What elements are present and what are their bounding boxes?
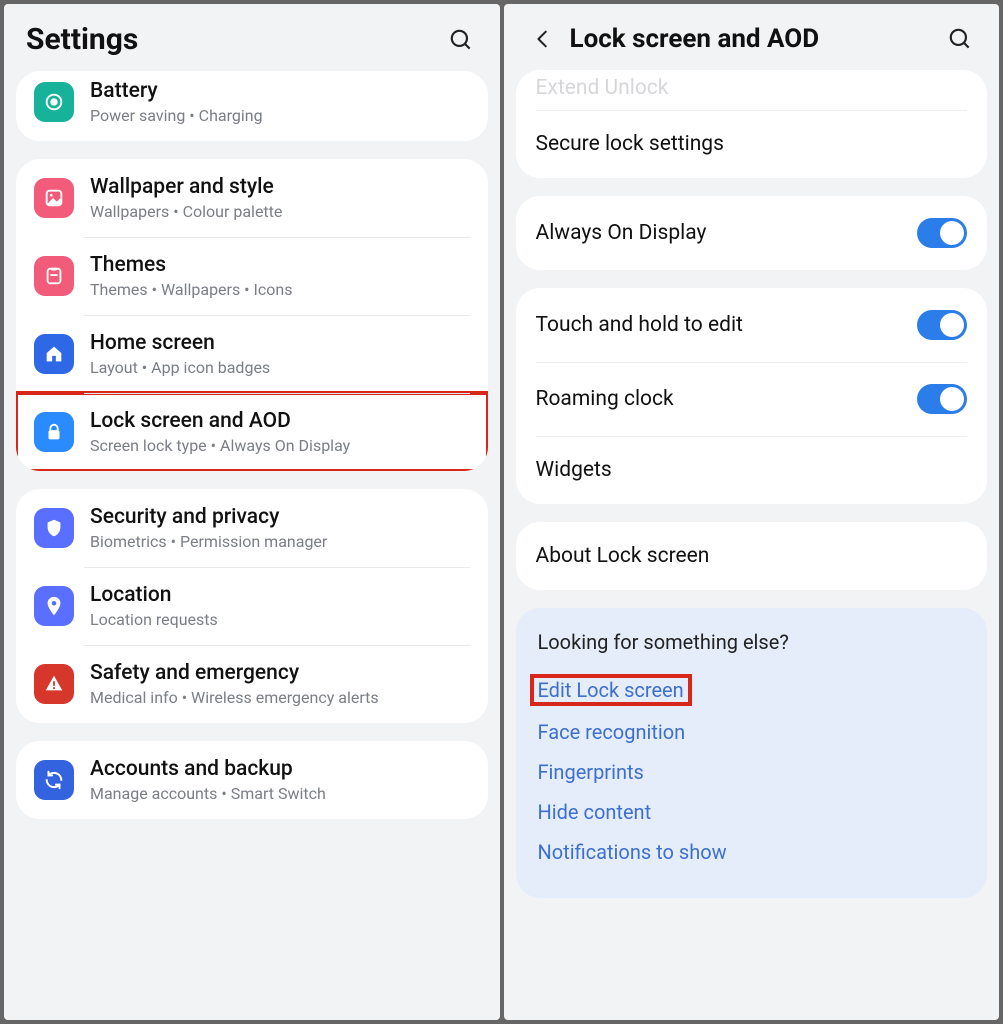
toggle-aod[interactable] [917,218,967,248]
sync-icon [34,760,74,800]
shield-icon [34,508,74,548]
search-icon [448,27,474,53]
related-links-card: Looking for something else? Edit Lock scr… [516,608,988,898]
settings-item-home[interactable]: Home screen Layout • App icon badges [16,315,488,393]
settings-group: About Lock screen [516,522,988,590]
link-face[interactable]: Face recognition [538,720,686,744]
item-subtitle: Power saving • Charging [90,106,470,125]
settings-item-safety[interactable]: Safety and emergency Medical info • Wirel… [16,645,488,723]
item-subtitle: Screen lock type • Always On Display [90,436,470,455]
settings-group: Extend Unlock Secure lock settings [516,70,988,178]
item-title: Home screen [90,331,470,355]
chevron-left-icon [532,28,554,50]
location-icon [34,586,74,626]
warning-icon [34,664,74,704]
settings-group: Battery Power saving • Charging [16,71,488,141]
link-finger[interactable]: Fingerprints [538,760,644,784]
row-about[interactable]: About Lock screen [516,522,988,590]
row-aod[interactable]: Always On Display [516,196,988,270]
back-button[interactable] [526,22,560,56]
themes-icon [34,256,74,296]
settings-header: Settings [4,4,500,71]
item-title: Wallpaper and style [90,175,470,199]
row-label: Widgets [536,458,968,482]
settings-group: Always On Display [516,196,988,270]
lockscreen-header: Lock screen and AOD [504,4,1000,70]
row-touchhold[interactable]: Touch and hold to edit [516,288,988,362]
settings-group: Security and privacy Biometrics • Permiss… [16,489,488,723]
item-subtitle: Medical info • Wireless emergency alerts [90,688,470,707]
settings-group: Wallpaper and style Wallpapers • Colour p… [16,159,488,471]
settings-group: Touch and hold to edit Roaming clock Widge… [516,288,988,504]
toggle-roaming[interactable] [917,384,967,414]
item-subtitle: Layout • App icon badges [90,358,470,377]
link-editlock[interactable]: Edit Lock screen [532,676,690,704]
related-heading: Looking for something else? [538,630,966,654]
item-subtitle: Themes • Wallpapers • Icons [90,280,470,299]
item-subtitle: Biometrics • Permission manager [90,532,470,551]
row-widgets[interactable]: Widgets [516,436,988,504]
item-subtitle: Manage accounts • Smart Switch [90,784,470,803]
settings-item-security[interactable]: Security and privacy Biometrics • Permiss… [16,489,488,567]
settings-item-battery[interactable]: Battery Power saving • Charging [16,71,488,141]
item-title: Battery [90,79,470,103]
link-notif[interactable]: Notifications to show [538,840,727,864]
home-icon [34,334,74,374]
lock-icon [34,412,74,452]
settings-item-accounts[interactable]: Accounts and backup Manage accounts • Sma… [16,741,488,819]
row-label: About Lock screen [536,544,968,568]
wallpaper-icon [34,178,74,218]
item-title: Themes [90,253,470,277]
settings-list: Battery Power saving • Charging Wallpaper … [4,71,500,1020]
row-label: Secure lock settings [536,132,968,156]
search-button[interactable] [444,23,478,57]
row-extend[interactable]: Extend Unlock [516,70,988,110]
item-title: Accounts and backup [90,757,470,781]
toggle-touchhold[interactable] [917,310,967,340]
item-subtitle: Wallpapers • Colour palette [90,202,470,221]
link-hide[interactable]: Hide content [538,800,652,824]
row-secure[interactable]: Secure lock settings [516,110,988,178]
page-title: Settings [26,22,444,57]
row-roaming[interactable]: Roaming clock [516,362,988,436]
search-icon [947,26,973,52]
lockscreen-aod-screen: Lock screen and AOD Extend Unlock Secure … [504,4,1000,1020]
battery-icon [34,82,74,122]
page-title: Lock screen and AOD [570,24,944,54]
settings-item-lock[interactable]: Lock screen and AOD Screen lock type • Al… [16,393,488,471]
row-label: Roaming clock [536,387,918,411]
search-button[interactable] [943,22,977,56]
row-label: Extend Unlock [536,76,968,100]
item-title: Safety and emergency [90,661,470,685]
settings-screen: Settings Battery Power saving • Charging W… [4,4,500,1020]
settings-item-wallpaper[interactable]: Wallpaper and style Wallpapers • Colour p… [16,159,488,237]
lockscreen-list: Extend Unlock Secure lock settings Always … [504,70,1000,1020]
settings-item-themes[interactable]: Themes Themes • Wallpapers • Icons [16,237,488,315]
settings-item-location[interactable]: Location Location requests [16,567,488,645]
item-title: Security and privacy [90,505,470,529]
row-label: Always On Display [536,221,918,245]
settings-group: Accounts and backup Manage accounts • Sma… [16,741,488,819]
row-label: Touch and hold to edit [536,313,918,337]
item-title: Location [90,583,470,607]
item-title: Lock screen and AOD [90,409,470,433]
item-subtitle: Location requests [90,610,470,629]
